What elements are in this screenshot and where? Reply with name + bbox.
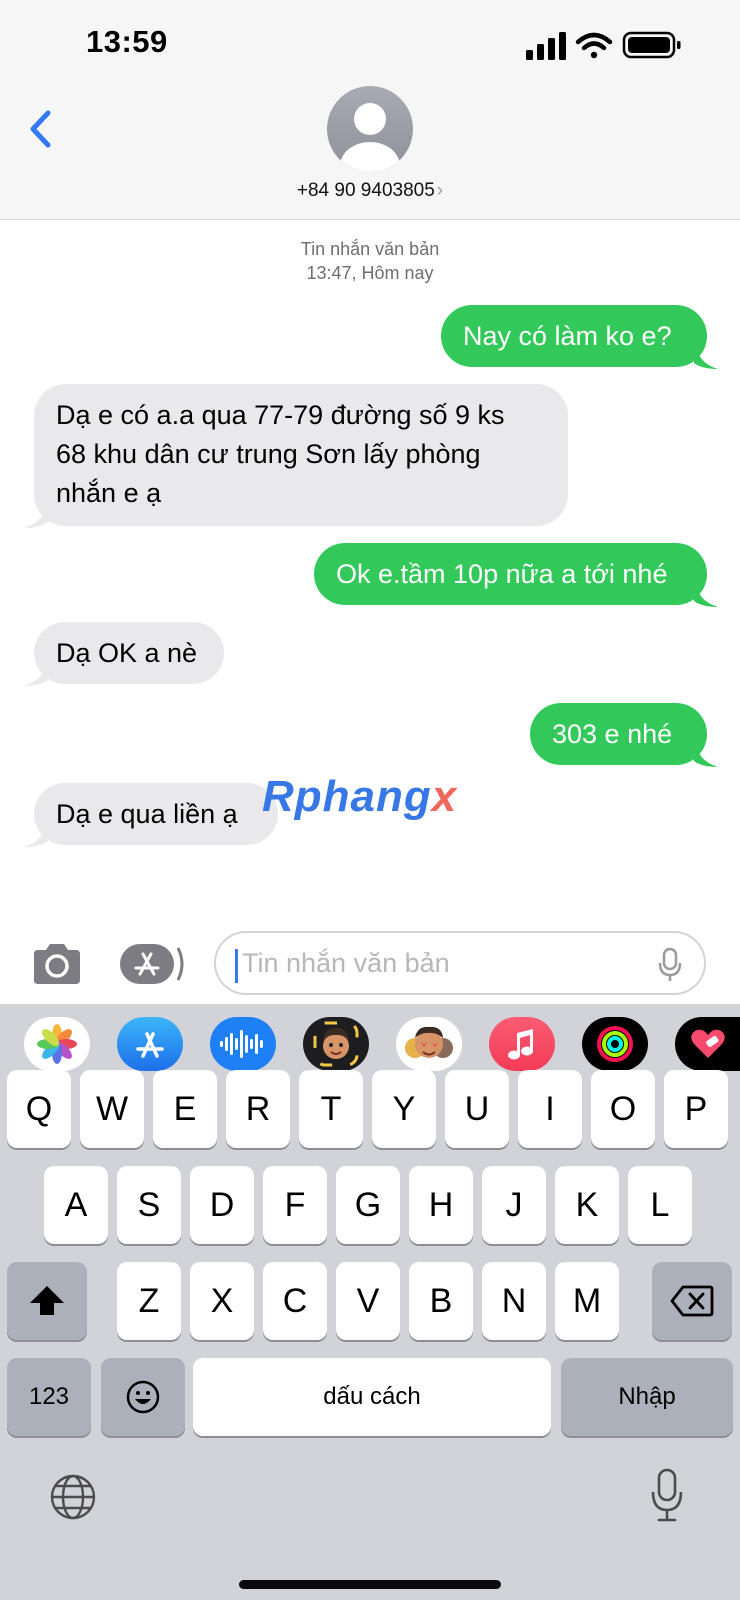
camera-icon <box>34 944 80 984</box>
globe-icon <box>50 1474 96 1520</box>
status-time: 13:59 <box>86 24 168 59</box>
key-p[interactable]: P <box>664 1070 728 1148</box>
app-drawer-button[interactable] <box>120 942 184 986</box>
key-x[interactable]: X <box>190 1262 254 1340</box>
key-u[interactable]: U <box>445 1070 509 1148</box>
keyboard: Q W E R T Y U I O P A S D F G H J K L Z … <box>0 1004 740 1600</box>
key-o[interactable]: O <box>591 1070 655 1148</box>
message-meta-label: Tin nhắn văn bản <box>300 239 440 259</box>
watermark-logo: Rphangx <box>262 772 458 821</box>
key-b[interactable]: B <box>409 1262 473 1340</box>
key-v[interactable]: V <box>336 1262 400 1340</box>
bubble-tail <box>694 579 718 607</box>
message-input-placeholder: Tin nhắn văn bản <box>242 948 450 978</box>
status-icons <box>526 31 681 60</box>
outgoing-message-bubble[interactable]: 303 e nhé <box>530 703 707 765</box>
app-store-icon <box>120 944 184 984</box>
home-indicator <box>239 1580 501 1589</box>
text-caret <box>235 949 238 983</box>
incoming-message-bubble[interactable]: Dạ e qua liền ạ <box>34 783 278 845</box>
backspace-icon <box>670 1285 714 1317</box>
key-q[interactable]: Q <box>7 1070 71 1148</box>
activity-icon[interactable] <box>582 1017 648 1071</box>
key-g[interactable]: G <box>336 1166 400 1244</box>
key-e[interactable]: E <box>153 1070 217 1148</box>
memoji-stickers-icon[interactable] <box>396 1017 462 1071</box>
key-z[interactable]: Z <box>117 1262 181 1340</box>
return-key-label: Nhập <box>618 1383 676 1410</box>
emoji-key[interactable] <box>101 1358 185 1436</box>
app-store-icon[interactable] <box>117 1017 183 1071</box>
key-h[interactable]: H <box>409 1166 473 1244</box>
outgoing-message-bubble[interactable]: Nay có làm ko e? <box>441 305 707 367</box>
message-meta-time: 13:47, Hôm nay <box>306 263 434 283</box>
globe-button[interactable] <box>48 1472 98 1522</box>
key-i[interactable]: I <box>518 1070 582 1148</box>
dictation-mic-icon[interactable] <box>658 947 682 983</box>
delete-key[interactable] <box>652 1262 732 1340</box>
conversation-header: 13:59 +84 90 9403805 › <box>0 0 740 220</box>
message-text: Dạ OK a nè <box>56 638 198 668</box>
numbers-key-label: 123 <box>28 1383 70 1410</box>
bubble-tail <box>694 341 718 369</box>
battery-icon <box>622 31 681 59</box>
key-y[interactable]: Y <box>372 1070 436 1148</box>
key-d[interactable]: D <box>190 1166 254 1244</box>
key-k[interactable]: K <box>555 1166 619 1244</box>
dictation-button[interactable] <box>650 1468 684 1524</box>
numbers-key[interactable]: 123 <box>7 1358 91 1436</box>
incoming-message-bubble[interactable]: Dạ e có a.a qua 77-79 đường số 9 ks 68 k… <box>34 384 568 526</box>
wifi-icon <box>575 32 613 59</box>
bubble-tail <box>24 658 48 686</box>
space-key[interactable]: dấu cách <box>193 1358 551 1436</box>
cellular-signal-icon <box>526 32 566 60</box>
message-text-line: 68 khu dân cư trung Sơn lấy phòng <box>56 439 481 469</box>
message-text-line: Dạ e có a.a qua 77-79 đường số 9 ks <box>56 400 505 430</box>
key-t[interactable]: T <box>299 1070 363 1148</box>
digital-touch-icon[interactable] <box>675 1017 740 1071</box>
contact-number: +84 90 9403805 <box>296 180 435 201</box>
key-r[interactable]: R <box>226 1070 290 1148</box>
shift-arrow-icon <box>30 1286 64 1315</box>
key-s[interactable]: S <box>117 1166 181 1244</box>
message-text: Dạ e qua liền ạ <box>56 799 238 829</box>
emoji-icon <box>126 1380 160 1414</box>
incoming-message-bubble[interactable]: Dạ OK a nè <box>34 622 224 684</box>
message-input[interactable]: Tin nhắn văn bản <box>214 931 706 995</box>
chevron-right-icon: › <box>436 180 444 201</box>
message-text-line: nhắn e ạ <box>56 478 162 508</box>
message-text: Nay có làm ko e? <box>463 321 672 351</box>
audio-message-icon[interactable] <box>210 1017 276 1071</box>
contact-avatar[interactable] <box>327 86 413 172</box>
photos-icon[interactable] <box>24 1017 90 1071</box>
message-text: Ok e.tầm 10p nữa a tới nhé <box>336 559 668 589</box>
key-f[interactable]: F <box>263 1166 327 1244</box>
person-icon <box>340 103 400 172</box>
return-key[interactable]: Nhập <box>561 1358 733 1436</box>
outgoing-message-bubble[interactable]: Ok e.tầm 10p nữa a tới nhé <box>314 543 707 605</box>
contact-name[interactable]: +84 90 9403805 › <box>0 180 740 202</box>
chevron-left-icon <box>30 110 51 148</box>
key-m[interactable]: M <box>555 1262 619 1340</box>
bubble-tail <box>24 819 48 847</box>
key-n[interactable]: N <box>482 1262 546 1340</box>
bubble-tail <box>24 500 48 528</box>
key-w[interactable]: W <box>80 1070 144 1148</box>
message-text: 303 e nhé <box>552 719 673 749</box>
shift-key[interactable] <box>7 1262 87 1340</box>
key-l[interactable]: L <box>628 1166 692 1244</box>
memoji-icon[interactable] <box>303 1017 369 1071</box>
bubble-tail <box>694 739 718 767</box>
key-j[interactable]: J <box>482 1166 546 1244</box>
microphone-icon <box>651 1468 683 1522</box>
key-a[interactable]: A <box>44 1166 108 1244</box>
key-c[interactable]: C <box>263 1262 327 1340</box>
space-key-label: dấu cách <box>323 1383 421 1410</box>
back-button[interactable] <box>22 104 62 154</box>
camera-button[interactable] <box>30 942 84 986</box>
music-icon[interactable] <box>489 1017 555 1071</box>
